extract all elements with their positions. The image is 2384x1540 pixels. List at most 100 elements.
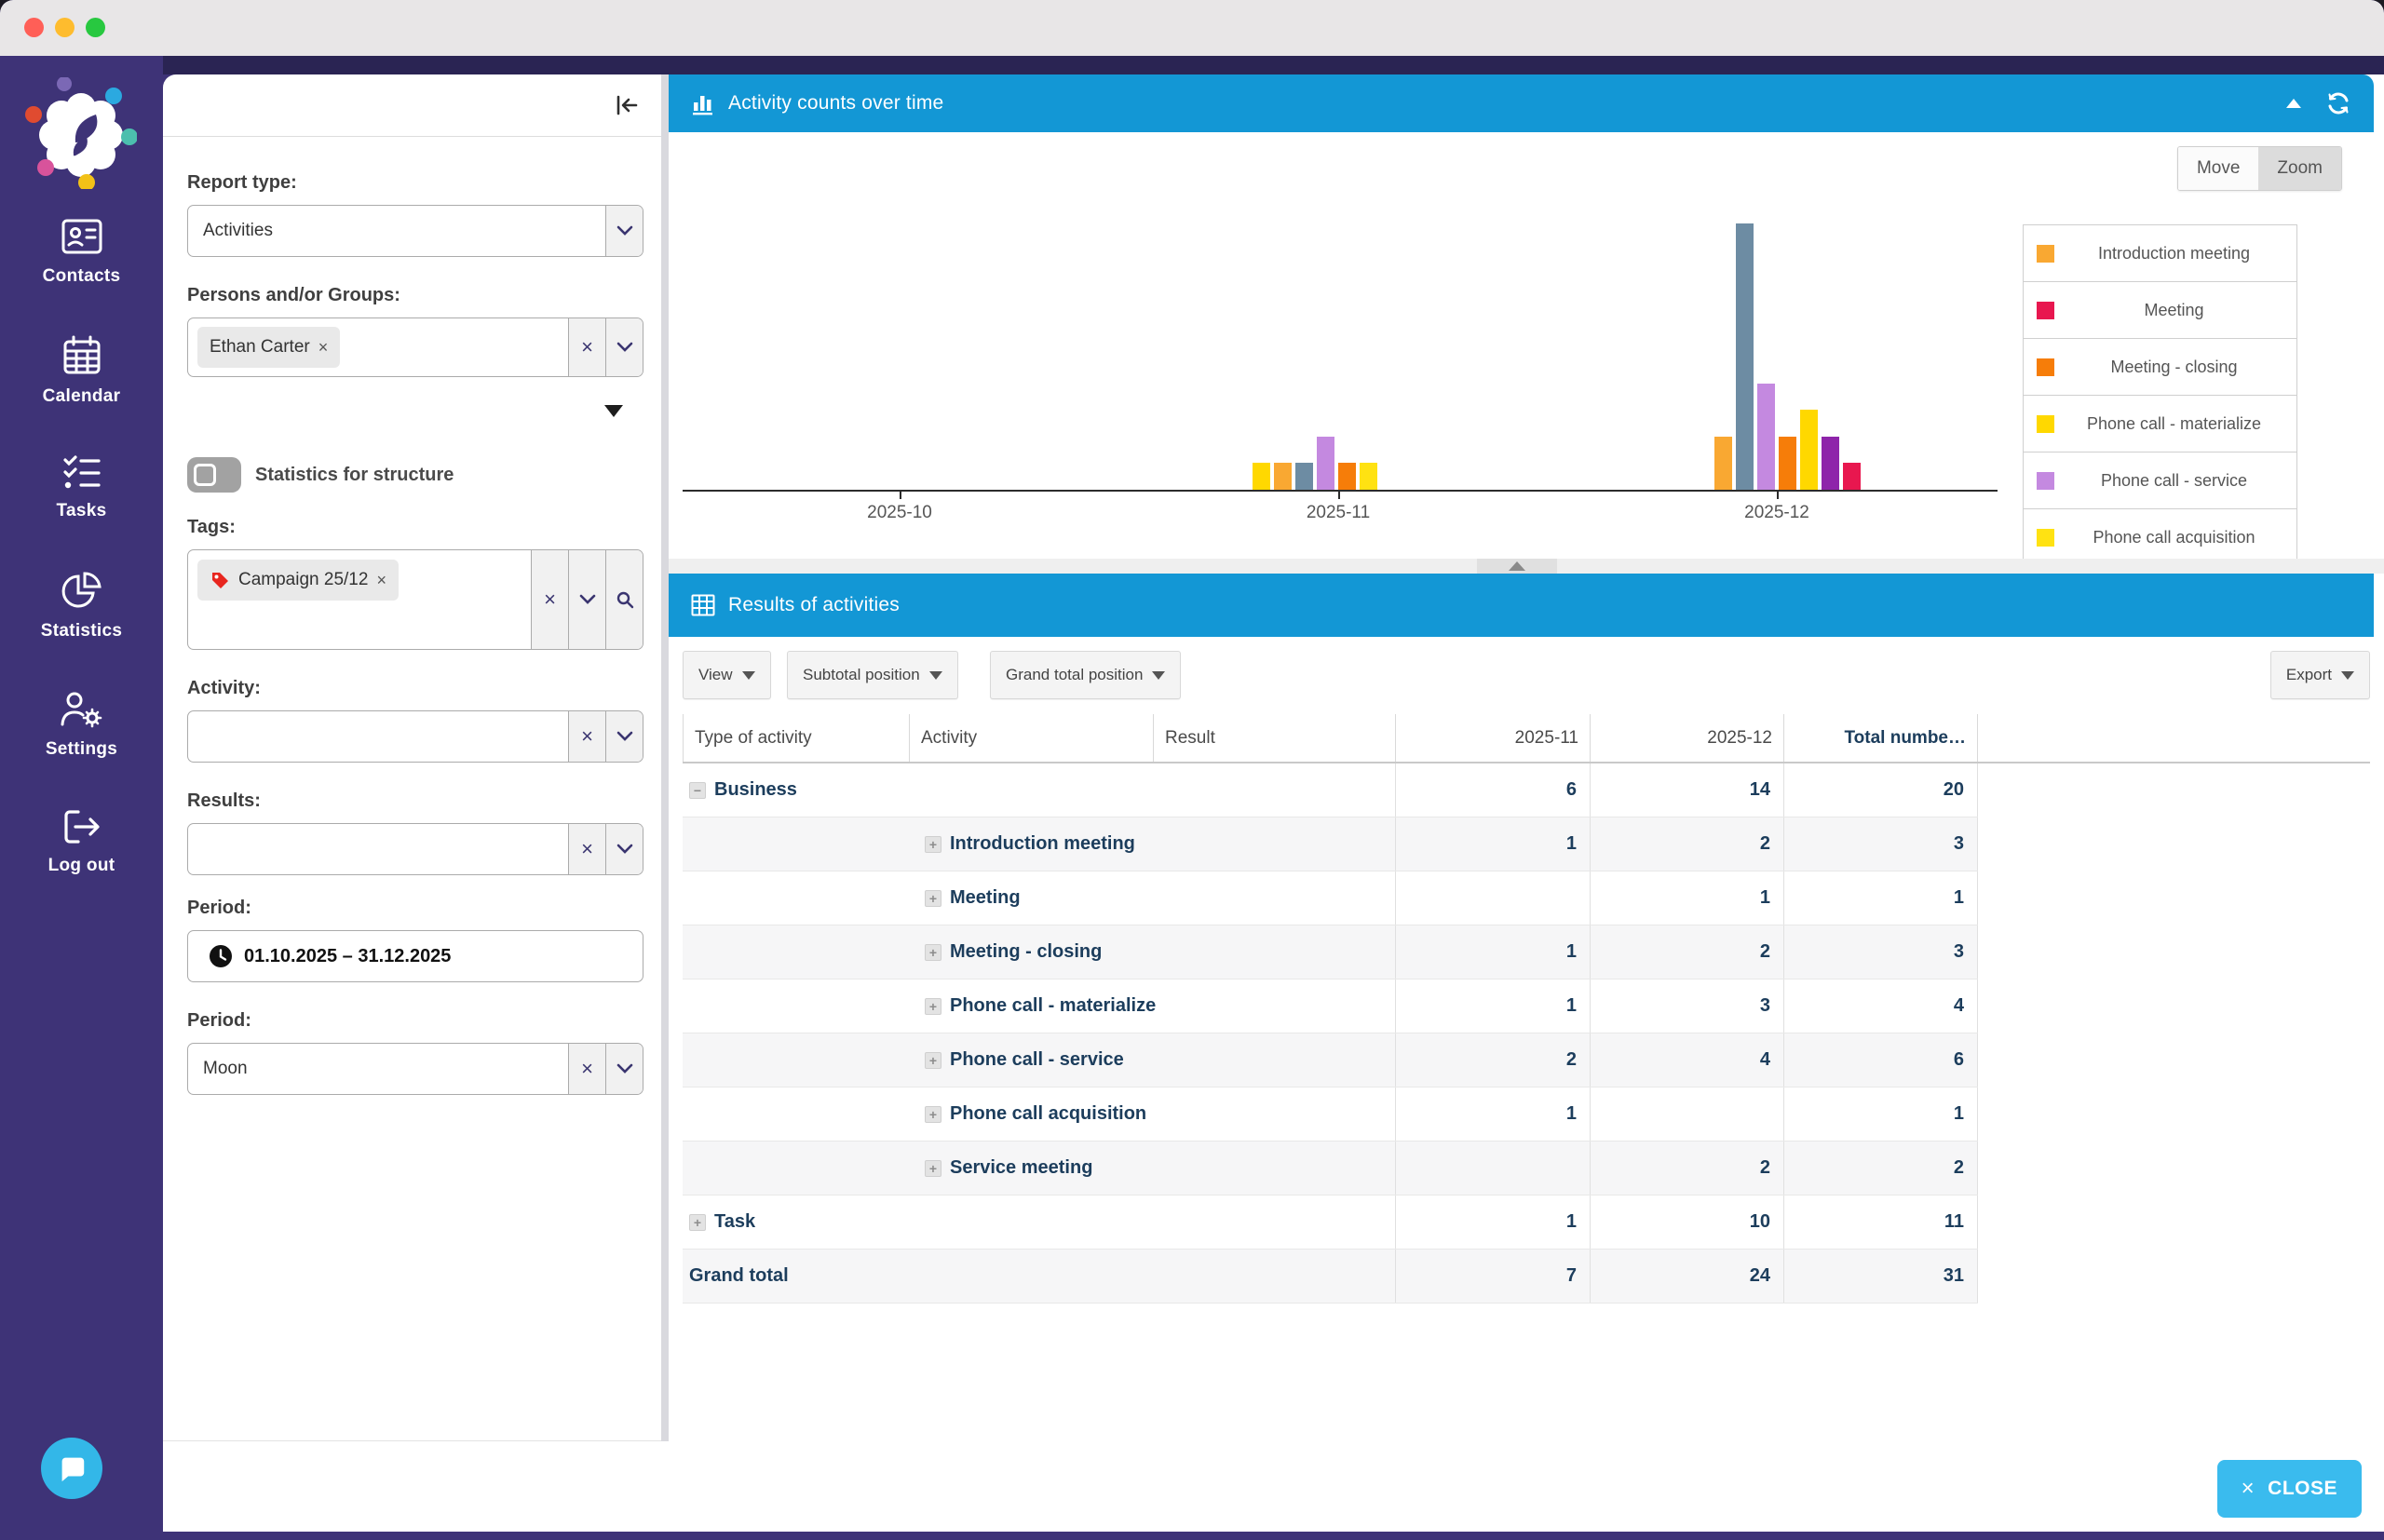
sidebar-item-tasks[interactable]: Tasks [0,453,163,521]
activity-select[interactable]: × [187,710,643,763]
sidebar-item-logout[interactable]: Log out [0,807,163,876]
report-type-select[interactable]: Activities [187,205,643,257]
sidebar-item-settings[interactable]: Settings [0,689,163,760]
collapse-row-icon[interactable]: − [689,782,706,799]
chart-move-button[interactable]: Move [2178,147,2258,190]
chart-bar[interactable] [1714,437,1732,490]
expand-row-icon[interactable]: + [925,836,941,853]
legend-swatch [2037,472,2054,490]
clear-icon[interactable]: × [568,1044,605,1094]
table-row[interactable]: +Meeting11 [683,871,1978,925]
refresh-icon[interactable] [2325,90,2351,116]
chart-bar[interactable] [1843,463,1861,490]
chart-bar[interactable] [1317,437,1334,490]
window-close-icon[interactable] [24,18,44,37]
subtotal-position-button[interactable]: Subtotal position [787,651,958,699]
table-row[interactable]: Grand total72431 [683,1250,1978,1304]
column-header[interactable]: 2025-12 [1591,714,1784,762]
expand-row-icon[interactable]: + [925,944,941,961]
clear-icon[interactable]: × [531,550,568,649]
row-value-cell: 20 [1784,763,1978,817]
table-row[interactable]: +Phone call acquisition11 [683,1087,1978,1141]
chart-bar[interactable] [1295,463,1313,490]
chart-zoom-button[interactable]: Zoom [2258,147,2341,190]
sidebar-item-calendar[interactable]: Calendar [0,334,163,407]
clear-icon[interactable]: × [568,824,605,874]
legend-item[interactable]: Introduction meeting [2024,225,2296,282]
export-button[interactable]: Export [2270,651,2370,699]
table-row[interactable]: +Task11011 [683,1196,1978,1250]
close-button[interactable]: × CLOSE [2217,1460,2362,1518]
chart-bar[interactable] [1822,437,1839,490]
sidebar-item-statistics[interactable]: Statistics [0,571,163,642]
results-select[interactable]: × [187,823,643,875]
window-maximize-icon[interactable] [86,18,105,37]
expand-row-icon[interactable]: + [925,1052,941,1069]
app-logo[interactable] [25,77,137,189]
expand-row-icon[interactable]: + [925,890,941,907]
period-range-field[interactable]: 01.10.2025 – 31.12.2025 [187,930,643,982]
clear-icon[interactable]: × [568,711,605,762]
grand-total-position-button[interactable]: Grand total position [990,651,1181,699]
expand-row-icon[interactable]: + [689,1214,706,1231]
table-row[interactable]: +Service meeting22 [683,1141,1978,1196]
chart-bar[interactable] [1757,384,1775,490]
legend-item[interactable]: Meeting [2024,282,2296,339]
clear-icon[interactable]: × [568,318,605,376]
chip-remove-icon[interactable]: × [318,338,329,358]
chart-bar[interactable] [1779,437,1796,490]
expand-more-row[interactable] [187,405,643,420]
table-row[interactable]: +Introduction meeting123 [683,817,1978,871]
row-value-cell: 3 [1784,817,1978,871]
chevron-down-icon[interactable] [568,550,605,649]
chart-bar[interactable] [1736,223,1754,490]
table-row[interactable]: +Phone call - materialize134 [683,979,1978,1033]
table-row[interactable]: −Business61420 [683,763,1978,817]
collapse-panel-icon[interactable] [613,91,641,119]
collapse-widget-icon[interactable] [2286,99,2301,108]
table-row[interactable]: +Phone call - service246 [683,1033,1978,1087]
chevron-down-icon[interactable] [605,711,643,762]
sidebar-item-contacts[interactable]: Contacts [0,216,163,287]
legend-item[interactable]: Phone call - materialize [2024,396,2296,453]
column-header[interactable]: Total numbe… [1784,714,1978,762]
chevron-down-icon[interactable] [605,206,643,256]
column-header[interactable]: 2025-11 [1396,714,1591,762]
legend-item[interactable]: Phone call acquisition [2024,509,2296,559]
persons-multiselect[interactable]: Ethan Carter × × [187,317,643,377]
row-value-cell: 1 [1396,979,1591,1033]
search-icon[interactable] [605,550,643,649]
structure-toggle[interactable] [187,457,241,493]
panel-splitter-horizontal[interactable] [669,559,2384,574]
column-header[interactable]: Type of activity [683,714,910,762]
chart-bar[interactable] [1274,463,1292,490]
legend-item[interactable]: Meeting - closing [2024,339,2296,396]
chart-bar[interactable] [1360,463,1377,490]
splitter-collapse-tab[interactable] [1477,559,1557,574]
tag-chip[interactable]: Campaign 25/12 × [197,560,399,601]
row-value-cell: 2 [1591,1141,1784,1195]
chevron-down-icon[interactable] [605,318,643,376]
chevron-down-icon[interactable] [605,1044,643,1094]
sidebar-item-label: Calendar [0,386,163,407]
expand-row-icon[interactable]: + [925,1160,941,1177]
caret-down-icon [1152,671,1165,680]
chart-bar[interactable] [1253,463,1270,490]
chevron-down-icon[interactable] [605,824,643,874]
chart-bar[interactable] [1338,463,1356,490]
chat-button[interactable] [41,1438,102,1499]
column-header[interactable]: Activity [910,714,1154,762]
expand-row-icon[interactable]: + [925,1106,941,1123]
window-minimize-icon[interactable] [55,18,74,37]
expand-row-icon[interactable]: + [925,998,941,1015]
chip-remove-icon[interactable]: × [376,571,386,590]
person-chip[interactable]: Ethan Carter × [197,327,340,368]
view-button[interactable]: View [683,651,771,699]
table-row[interactable]: +Meeting - closing123 [683,925,1978,979]
column-header[interactable]: Result [1154,714,1396,762]
panel-splitter-vertical[interactable] [661,74,669,1441]
period-select[interactable]: Moon × [187,1043,643,1095]
tags-multiselect[interactable]: Campaign 25/12 × × [187,549,643,650]
chart-bar[interactable] [1800,410,1818,490]
legend-item[interactable]: Phone call - service [2024,453,2296,509]
